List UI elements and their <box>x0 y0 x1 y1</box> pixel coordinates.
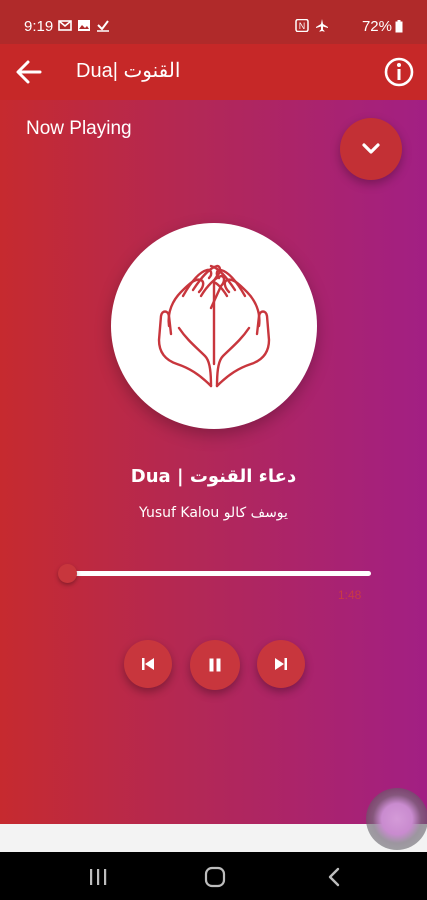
svg-text:N: N <box>299 21 306 31</box>
praying-hands-icon <box>157 264 271 388</box>
previous-button[interactable] <box>124 640 172 688</box>
back-icon[interactable] <box>323 866 347 888</box>
skip-next-icon <box>275 658 287 670</box>
arrow-left-icon[interactable] <box>14 58 44 86</box>
status-time: 9:19 <box>24 18 54 35</box>
gallery-icon <box>78 20 90 31</box>
chevron-down-icon <box>362 143 380 154</box>
gmail-icon <box>58 20 72 31</box>
album-artwork <box>111 223 317 429</box>
collapse-button[interactable] <box>340 118 402 180</box>
system-nav-bar <box>0 852 427 900</box>
battery-icon <box>395 20 403 33</box>
now-playing-label: Now Playing <box>26 118 132 139</box>
track-title: Dua | دعاء القنوت <box>130 466 297 487</box>
recents-icon[interactable] <box>86 866 110 888</box>
home-icon[interactable] <box>203 866 227 888</box>
nfc-icon: N <box>295 19 309 32</box>
battery-percent: 72% <box>361 18 392 35</box>
seek-bar[interactable] <box>68 571 371 576</box>
bottom-strip <box>0 824 427 852</box>
seek-thumb[interactable] <box>58 564 77 583</box>
page-title: Dua| القنوت <box>76 60 181 82</box>
pause-icon <box>209 658 221 672</box>
app-bar: Dua| القنوت <box>0 44 427 100</box>
status-bar: 9:19 N 72% <box>0 0 427 44</box>
next-button[interactable] <box>257 640 305 688</box>
info-icon[interactable] <box>383 56 415 88</box>
player-panel: Now Playing Dua | دعاء القنوت Yusuf Kalo… <box>0 100 427 824</box>
floating-assist-bubble[interactable] <box>366 788 427 850</box>
skip-previous-icon <box>142 658 154 670</box>
play-pause-button[interactable] <box>190 640 240 690</box>
battery-indicator: 72% <box>362 18 403 35</box>
status-left-icons <box>58 19 110 32</box>
check-icon <box>97 20 109 32</box>
track-duration: 1:48 <box>338 588 362 602</box>
status-right-icons: N <box>295 19 329 32</box>
track-artist: Yusuf Kalou يوسف كالو <box>139 505 288 521</box>
airplane-icon <box>316 19 328 32</box>
